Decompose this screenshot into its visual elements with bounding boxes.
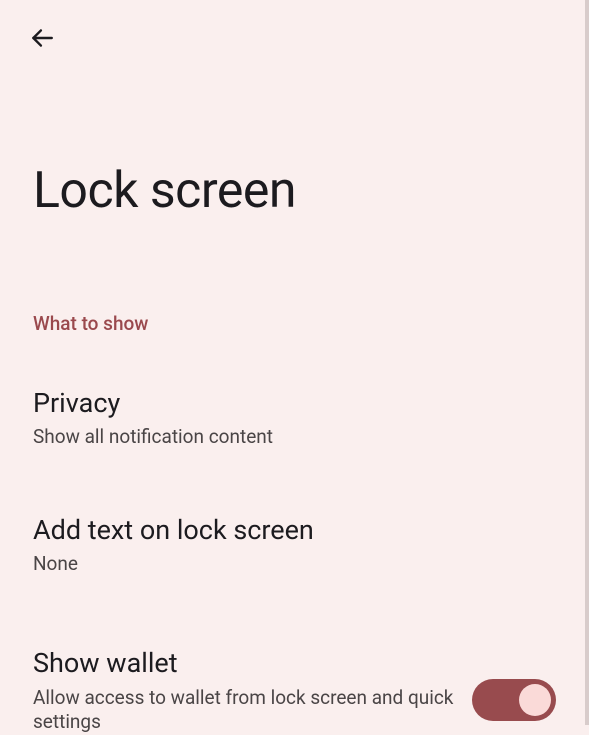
page-title: Lock screen — [33, 162, 589, 220]
setting-privacy-title: Privacy — [33, 387, 556, 419]
show-wallet-toggle[interactable] — [472, 679, 556, 721]
back-arrow-icon — [29, 25, 55, 51]
setting-show-wallet-title: Show wallet — [33, 647, 456, 679]
setting-add-text-subtitle: None — [33, 552, 556, 577]
setting-show-wallet-subtitle: Allow access to wallet from lock screen … — [33, 686, 456, 735]
setting-privacy-subtitle: Show all notification content — [33, 425, 556, 450]
scrollbar[interactable] — [585, 0, 589, 725]
back-button[interactable] — [18, 14, 66, 62]
setting-add-text-title: Add text on lock screen — [33, 514, 556, 546]
section-header: What to show — [33, 312, 589, 335]
toggle-thumb — [519, 684, 551, 716]
setting-privacy[interactable]: Privacy Show all notification content — [0, 387, 589, 450]
setting-show-wallet[interactable]: Show wallet Allow access to wallet from … — [0, 647, 589, 735]
setting-add-text[interactable]: Add text on lock screen None — [0, 514, 589, 577]
